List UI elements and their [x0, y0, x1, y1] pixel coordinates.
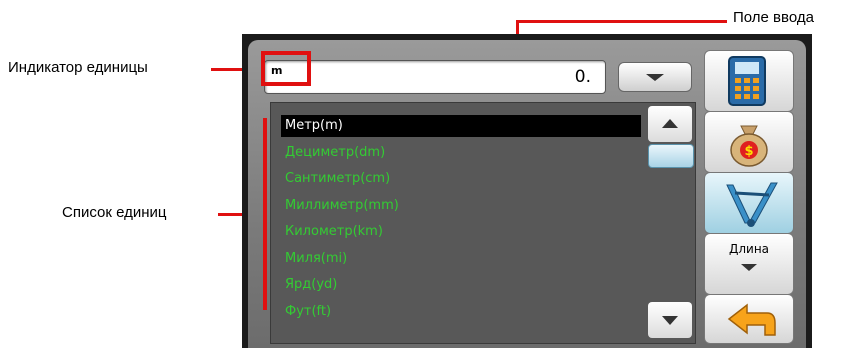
list-item-selected[interactable]: Метр(m)	[281, 115, 641, 137]
list-item[interactable]: Дециметр(dm)	[281, 142, 641, 164]
back-arrow-icon	[727, 303, 776, 336]
chevron-down-icon	[646, 74, 664, 81]
list-item[interactable]: Миля(mi)	[281, 248, 641, 270]
scrollbar-thumb[interactable]	[648, 144, 694, 168]
dropdown-button[interactable]	[618, 62, 692, 92]
calculator-button[interactable]	[704, 50, 794, 112]
indicator-highlight	[261, 51, 311, 86]
list-item[interactable]: Фут(ft)	[281, 301, 641, 323]
list-item[interactable]: Сантиметр(cm)	[281, 168, 641, 190]
chevron-down-icon	[741, 264, 757, 271]
currency-button[interactable]: $	[704, 111, 794, 173]
measure-button[interactable]	[704, 172, 794, 234]
money-bag-icon: $	[730, 125, 768, 167]
ruler-icon	[726, 182, 778, 227]
unit-list[interactable]: Метр(m) Дециметр(dm) Сантиметр(cm) Милли…	[270, 102, 696, 344]
scroll-down-button[interactable]	[648, 302, 692, 338]
app-window: m 0. Метр(m) Дециметр(dm) Сантиметр(cm) …	[248, 40, 806, 348]
list-highlight-bar	[263, 118, 267, 310]
category-button[interactable]: Длина	[704, 233, 794, 295]
list-item[interactable]: Ярд(yd)	[281, 274, 641, 296]
list-item[interactable]: Миллиметр(mm)	[281, 195, 641, 217]
calculator-icon	[728, 56, 766, 106]
arrow-up-icon	[662, 119, 678, 128]
scroll-up-button[interactable]	[648, 106, 692, 142]
annotation-unit-indicator: Индикатор единицы	[8, 59, 148, 76]
annotation-unit-list: Список единиц	[62, 204, 167, 221]
arrow-down-icon	[662, 316, 678, 325]
back-button[interactable]	[704, 294, 794, 344]
annotation-input-field: Поле ввода	[733, 9, 814, 26]
svg-text:$: $	[744, 144, 753, 159]
list-item[interactable]: Километр(km)	[281, 221, 641, 243]
category-label: Длина	[728, 242, 770, 256]
device-screen: m 0. Метр(m) Дециметр(dm) Сантиметр(cm) …	[242, 34, 812, 348]
annotation-line	[518, 20, 727, 23]
input-value: 0.	[574, 67, 591, 87]
input-field[interactable]: m 0.	[264, 60, 606, 94]
